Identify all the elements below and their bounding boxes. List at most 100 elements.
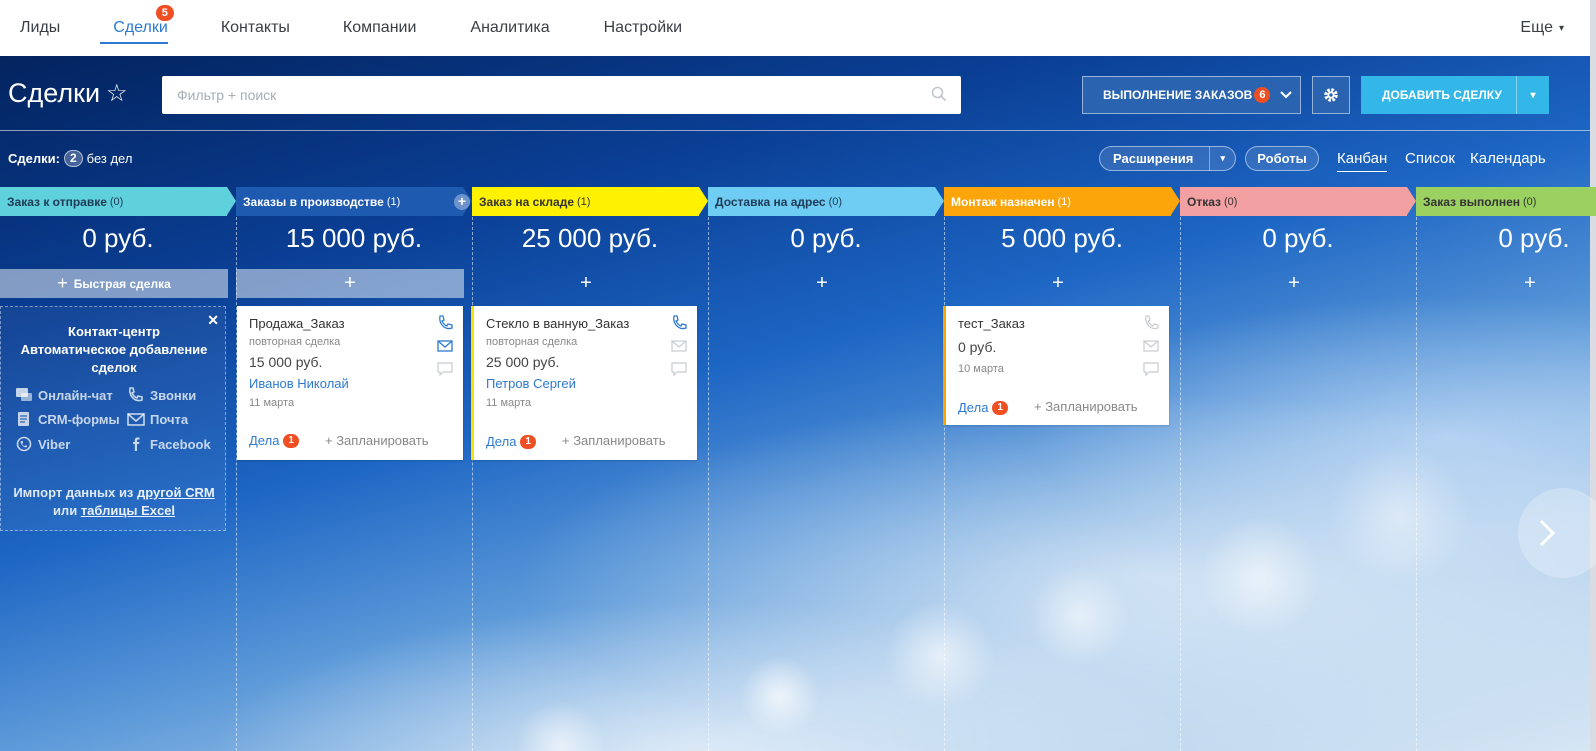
robots-button[interactable]: Роботы [1245,146,1319,171]
deal-contact[interactable]: Иванов Николай [249,376,349,391]
column-count: (0) [109,195,124,208]
nav-item-settings[interactable]: Настройки [570,0,702,56]
import-link-excel[interactable]: таблицы Excel [81,503,175,518]
kanban-column: Отказ (0) 0 руб. + [1180,187,1417,751]
deal-tasks-label: Дела [486,434,517,449]
deal-tasks[interactable]: Дела 1 [486,434,536,449]
deal-tasks[interactable]: Дела 1 [958,400,1008,415]
tab-calendar[interactable]: Календарь [1470,150,1546,167]
chat-icon[interactable] [1143,361,1159,377]
nav-item-companies[interactable]: Компании [310,0,437,56]
nav-item-deals[interactable]: Сделки 5 [80,0,188,56]
cc-item-viber[interactable]: Viber [15,436,70,452]
add-deal-button[interactable]: ДОБАВИТЬ СДЕЛКУ ▾ [1361,76,1549,114]
funnel-label: ВЫПОЛНЕНИЕ ЗАКАЗОВ [1103,88,1253,102]
tab-list[interactable]: Список [1405,150,1455,167]
funnel-select-button[interactable]: ВЫПОЛНЕНИЕ ЗАКАЗОВ 6 [1082,76,1301,114]
cc-item-mail[interactable]: Почта [127,411,188,427]
nav-item-leads[interactable]: Лиды [0,0,80,56]
cc-item-online-chat[interactable]: Онлайн-чат [15,387,113,403]
column-count: (0) [1523,195,1537,208]
chevron-down-icon[interactable]: ▾ [1516,76,1549,114]
chevron-right-icon [1539,519,1556,547]
deal-title[interactable]: Стекло в ванную_Заказ [486,316,629,331]
nav-item-analytics[interactable]: Аналитика [436,0,569,56]
plus-icon: + [57,273,68,293]
cc-item-crm-forms[interactable]: CRM-формы [15,411,120,427]
chevron-down-icon[interactable]: ▾ [1209,146,1235,171]
deal-card[interactable]: Стекло в ванную_Заказ повторная сделка 2… [471,306,697,460]
cc-item-calls[interactable]: Звонки [127,387,196,403]
settings-button[interactable] [1312,76,1350,114]
column-header[interactable]: Отказ (0) [1180,187,1416,216]
column-name: Заказ на складе [479,194,574,209]
column-header[interactable]: Заказ к отправке (0) [0,187,236,216]
add-deal-in-column-button[interactable]: + [944,269,1172,298]
deals-count-prefix: Сделки: [8,151,60,166]
column-header[interactable]: Заказы в производстве (1) + [236,187,472,216]
chat-icon[interactable] [671,361,687,377]
deal-date: 11 марта [486,397,532,409]
contact-center-title: Контакт-центр Автоматическое добавление … [20,324,208,375]
quick-deal-button[interactable]: + Быстрая сделка [0,269,228,298]
phone-icon[interactable] [1143,315,1159,331]
cc-item-label: Почта [150,411,189,427]
mail-icon[interactable] [437,338,453,354]
nav-more-label: Еще [1520,19,1553,36]
deal-plan-link[interactable]: + Запланировать [562,433,665,448]
deal-title[interactable]: тест_Заказ [958,316,1025,331]
kanban-column: Заказ на складе (1) 25 000 руб. + [472,187,709,751]
extensions-label: Расширения [1113,151,1194,166]
search-icon[interactable] [931,86,947,102]
nav-item-label: Сделки [113,19,168,36]
add-deal-in-column-button[interactable]: + [236,269,464,298]
cc-item-facebook[interactable]: Facebook [127,436,211,452]
deal-plan-link[interactable]: + Запланировать [325,433,428,448]
column-name: Заказы в производстве [243,194,384,209]
search-input[interactable] [162,76,961,114]
phone-icon[interactable] [671,315,687,331]
import-link-other-crm[interactable]: другой CRM [137,485,215,500]
mail-icon [127,413,145,426]
nav-more[interactable]: Еще ▾ [1520,0,1564,56]
mail-icon[interactable] [1143,338,1159,354]
deal-tasks-badge: 1 [992,400,1008,415]
deal-card[interactable]: тест_Заказ 0 руб. 10 марта Дела 1 + Запла… [943,306,1169,425]
nav-item-label: Контакты [220,19,290,36]
add-deal-in-column-button[interactable]: + [708,269,936,298]
column-name: Заказ к отправке [7,194,107,209]
deal-card[interactable]: Продажа_Заказ повторная сделка 15 000 ру… [237,306,463,460]
deal-price: 25 000 руб. [486,354,560,370]
deal-date: 11 марта [249,397,295,409]
page-title: Сделки ☆ [8,78,128,109]
tab-kanban[interactable]: Канбан [1337,150,1388,172]
form-icon [18,412,29,426]
deal-title[interactable]: Продажа_Заказ [249,316,345,331]
deal-contact[interactable]: Петров Сергей [486,376,576,391]
add-deal-in-column-button[interactable]: + [1180,269,1408,298]
column-header[interactable]: Заказ выполнен (0) [1416,187,1596,216]
column-arrow [227,187,236,215]
extensions-button[interactable]: Расширения ▾ [1099,146,1236,171]
phone-icon[interactable] [437,315,453,331]
add-deal-in-column-button[interactable]: + [1416,269,1596,298]
cc-item-label: Facebook [150,436,211,452]
column-header[interactable]: Монтаж назначен (1) [944,187,1180,216]
add-deal-in-column-button[interactable]: + [472,269,700,298]
chat-icon[interactable] [437,361,453,377]
deal-tasks[interactable]: Дела 1 [249,433,299,448]
nav-item-label: Аналитика [470,19,550,36]
deal-plan-link[interactable]: + Запланировать [1034,399,1137,414]
cc-item-label: CRM-формы [38,411,120,427]
quick-deal-label: Быстрая сделка [73,276,171,291]
deal-price: 0 руб. [958,339,997,355]
column-header[interactable]: Доставка на адрес (0) [708,187,944,216]
star-icon[interactable]: ☆ [106,79,128,108]
nav-item-contacts[interactable]: Контакты [188,0,310,56]
add-stage-icon[interactable]: + [454,194,470,210]
top-navigation: Лиды Сделки 5 Контакты Компании Аналитик… [0,0,1596,56]
mail-icon[interactable] [671,338,687,354]
column-header[interactable]: Заказ на складе (1) [472,187,708,216]
search-box[interactable] [162,76,961,114]
deals-count-badge[interactable]: 2 [63,150,83,167]
